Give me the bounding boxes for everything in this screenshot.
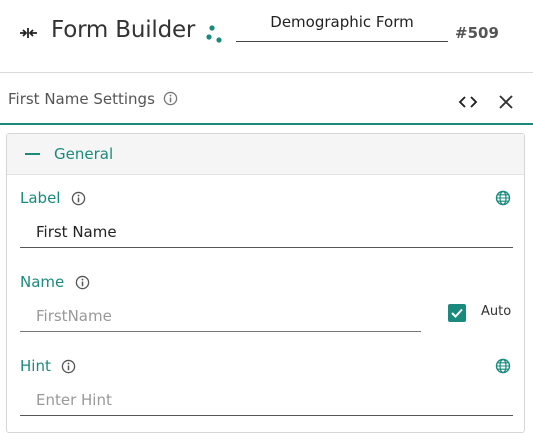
collapse-icon[interactable] xyxy=(17,23,39,43)
info-icon[interactable] xyxy=(61,359,76,374)
label-field-label: Label xyxy=(20,189,61,207)
info-icon[interactable] xyxy=(75,275,90,290)
info-icon[interactable] xyxy=(163,91,178,106)
globe-icon[interactable] xyxy=(495,358,511,374)
form-id: #509 xyxy=(455,24,499,42)
name-field-label: Name xyxy=(20,273,65,291)
form-name-input[interactable] xyxy=(236,12,448,42)
hint-field-label: Hint xyxy=(20,357,51,375)
panel-title: First Name Settings xyxy=(8,90,155,108)
auto-checkbox[interactable] xyxy=(448,304,466,322)
code-icon[interactable] xyxy=(458,95,478,109)
panel-divider xyxy=(0,123,533,125)
name-input[interactable] xyxy=(20,300,421,332)
info-icon[interactable] xyxy=(71,191,86,206)
check-icon xyxy=(451,308,463,318)
dots-icon[interactable] xyxy=(205,24,225,44)
app-title: Form Builder xyxy=(51,17,196,43)
close-icon[interactable] xyxy=(498,94,514,110)
auto-label: Auto xyxy=(481,304,512,319)
section-label: General xyxy=(54,145,114,163)
label-input[interactable] xyxy=(20,216,513,248)
header-divider xyxy=(0,72,533,73)
minus-icon[interactable] xyxy=(25,153,40,155)
hint-input[interactable] xyxy=(20,384,513,416)
globe-icon[interactable] xyxy=(495,190,511,206)
